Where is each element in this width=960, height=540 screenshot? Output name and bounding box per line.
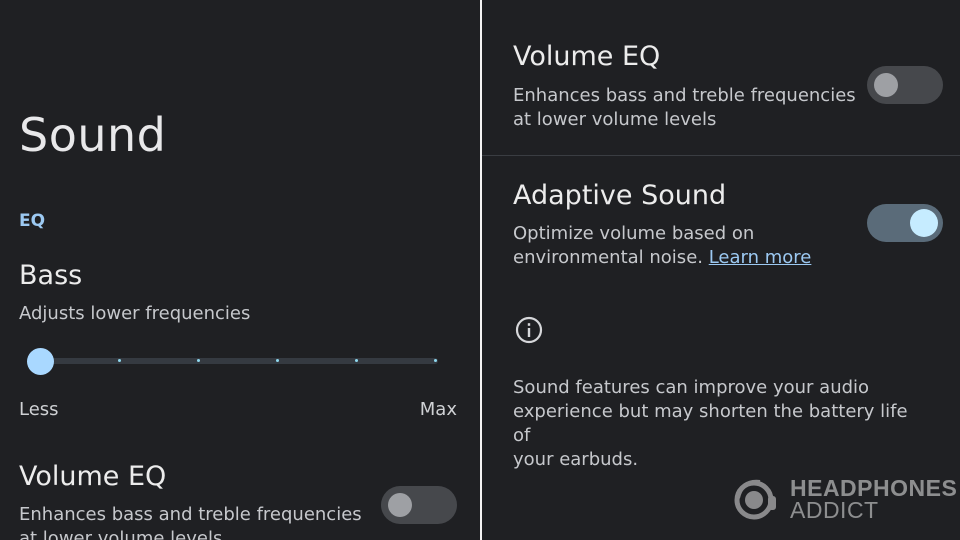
info-text-line3: your earbuds.	[513, 449, 639, 470]
volume-eq-toggle[interactable]	[381, 486, 457, 524]
adaptive-sound-title: Adaptive Sound	[513, 180, 727, 211]
adaptive-sound-toggle[interactable]	[867, 204, 943, 242]
volume-eq-subtitle-line1: Enhances bass and treble frequencies	[513, 85, 856, 106]
adaptive-sound-subtitle: Optimize volume based on environmental n…	[513, 222, 811, 270]
volume-eq-subtitle-line2: at lower volume levels	[19, 528, 223, 540]
slider-step-dot	[434, 359, 437, 362]
bass-subtitle: Adjusts lower frequencies	[19, 303, 251, 324]
bass-title: Bass	[19, 260, 83, 291]
volume-eq-subtitle: Enhances bass and treble frequencies at …	[513, 84, 856, 132]
toggle-knob	[910, 209, 938, 237]
volume-eq-toggle[interactable]	[867, 66, 943, 104]
adaptive-sound-subtitle-line2: environmental noise. Learn more	[513, 246, 811, 270]
slider-thumb[interactable]	[27, 348, 54, 375]
info-text-line1: Sound features can improve your audio	[513, 377, 870, 398]
learn-more-link[interactable]: Learn more	[709, 247, 812, 268]
sound-settings-panel-right: Volume EQ Enhances bass and treble frequ…	[482, 0, 960, 540]
watermark-logo: HEADPHONES ADDICT	[732, 474, 957, 524]
slider-track[interactable]	[40, 358, 438, 364]
headphones-logo-icon	[734, 479, 776, 520]
info-text: Sound features can improve your audio ex…	[513, 376, 923, 472]
adaptive-sound-subtitle-line1: Optimize volume based on	[513, 223, 755, 244]
watermark-line2: ADDICT	[790, 497, 879, 523]
volume-eq-subtitle: Enhances bass and treble frequencies at …	[19, 503, 362, 540]
volume-eq-subtitle-line2: at lower volume levels	[513, 109, 717, 130]
divider	[482, 155, 960, 156]
slider-step-dot	[197, 359, 200, 362]
page-title: Sound	[19, 108, 167, 162]
section-header-eq: EQ	[19, 211, 46, 231]
toggle-knob	[388, 493, 412, 517]
slider-step-dot	[276, 359, 279, 362]
slider-step-dot	[355, 359, 358, 362]
info-icon	[515, 316, 543, 344]
slider-step-dot	[118, 359, 121, 362]
info-text-line2: experience but may shorten the battery l…	[513, 401, 908, 446]
toggle-knob	[874, 73, 898, 97]
slider-max-label: Max	[419, 399, 457, 420]
volume-eq-subtitle-line1: Enhances bass and treble frequencies	[19, 504, 362, 525]
adaptive-sound-subtitle-text: environmental noise.	[513, 247, 703, 268]
volume-eq-title: Volume EQ	[513, 41, 661, 72]
sound-settings-panel-left: Sound EQ Bass Adjusts lower frequencies …	[0, 0, 480, 540]
slider-min-label: Less	[19, 399, 59, 420]
volume-eq-title: Volume EQ	[19, 461, 167, 492]
